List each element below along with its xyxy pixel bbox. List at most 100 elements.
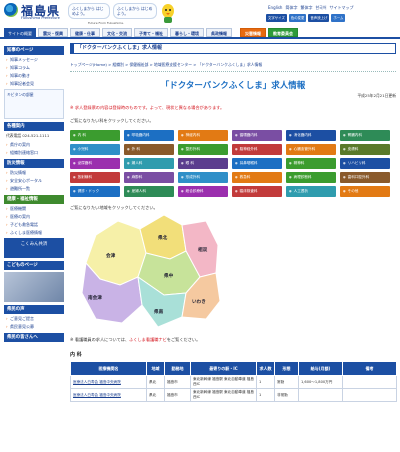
nav-prefectural-info[interactable]: 県政情報	[206, 28, 232, 37]
prefecture-logo-icon[interactable]	[4, 3, 18, 17]
department-button[interactable]: 心臓血管外科	[286, 144, 336, 155]
region-label-minami-aizu[interactable]: 南会津	[88, 295, 102, 301]
department-button[interactable]: 循環器内科	[232, 130, 282, 141]
table-header-cell: 勤務地	[164, 361, 191, 376]
sidebar-item-governor-activities[interactable]: 知事の動き	[4, 71, 64, 79]
department-button[interactable]: 産婦人科	[124, 186, 174, 197]
department-button[interactable]: 消化器内科	[286, 130, 336, 141]
sidebar-item-shelter-list[interactable]: 避難所一覧	[4, 184, 64, 192]
home-button[interactable]: ホーム	[331, 14, 346, 22]
sidebar-item-medical-guide[interactable]: 医療の案内	[4, 212, 64, 220]
lang-english[interactable]: English	[268, 5, 282, 12]
table-row: 医療法人白寿会 福島中央病院 県北 福島市 東北新幹線 福島駅 東北自動車道 福島西I…	[70, 388, 397, 402]
department-button[interactable]: 総合診療科	[178, 186, 228, 197]
nav-disaster-info[interactable]: 災害情報	[240, 28, 266, 37]
department-button[interactable]: 病理診断科	[286, 172, 336, 183]
lang-simplified-chinese[interactable]: 简体字	[285, 5, 297, 12]
nav-site-overview[interactable]: サイトの概要	[4, 28, 36, 37]
sidebar-head-residents: 県民の皆さんへ	[4, 333, 64, 342]
department-button[interactable]: 健診・ドック	[70, 186, 120, 197]
sidebar-item-press-conference[interactable]: 知事記者会見	[4, 79, 64, 87]
department-button[interactable]: 婦人科	[124, 158, 174, 169]
department-button[interactable]: 腎臓内科	[340, 130, 390, 141]
breadcrumb[interactable]: トップページ(Home) > 組織別 > 保健福祉部 > 地域医療支援センター …	[70, 62, 396, 72]
nav-life-environment[interactable]: 暮らし・環境	[170, 28, 204, 37]
updated-date: 平成25年2月21日更新	[357, 93, 396, 98]
region-label-iwaki[interactable]: いわき	[192, 299, 206, 305]
nurse-note-pre: ※ 看護職員の求人については、	[70, 337, 130, 342]
table-cell: 1	[256, 375, 275, 389]
sidebar-item-disaster-info[interactable]: 防災情報	[4, 168, 64, 176]
table-cell: 東北新幹線 福島駅 東北自動車道 福島西IC	[190, 388, 257, 402]
department-button[interactable]: 呼吸器内科	[124, 130, 174, 141]
region-label-souso[interactable]: 相双	[198, 247, 207, 253]
sidebar-head-voice: 県民の声	[4, 305, 64, 314]
institution-link[interactable]: 医療法人白寿会 福島中央病院	[70, 375, 147, 389]
kids-page-photo[interactable]	[4, 272, 64, 302]
main-content: 「ドクターバンクふくしま」求人情報 トップページ(Home) > 組織別 > 保…	[70, 43, 397, 402]
department-button[interactable]: 臨床検査科	[232, 186, 282, 197]
lang-korean[interactable]: 한국어	[315, 5, 326, 12]
font-size-button[interactable]: 文字サイズ	[266, 14, 287, 22]
read-aloud-button[interactable]: 音声読上げ	[308, 14, 330, 22]
sidebar-item-medical-institutions[interactable]: 医療機関	[4, 204, 64, 212]
table-header-cell: 備考	[342, 361, 397, 376]
sidebar-item-governor-column[interactable]: 知事コラム	[4, 63, 64, 71]
nav-child-welfare[interactable]: 子育て・福祉	[134, 28, 168, 37]
department-button[interactable]: 人工透析	[286, 186, 336, 197]
table-header-cell: 地域	[146, 361, 165, 376]
department-button[interactable]: 形成外科	[178, 172, 228, 183]
department-button[interactable]: 泌尿器科	[70, 158, 120, 169]
department-button[interactable]: 歯科口腔外科	[340, 172, 390, 183]
table-header-cell: 求人数	[256, 361, 275, 376]
department-button[interactable]: 内 科	[70, 130, 120, 141]
table-header-cell: 給与(月額)	[298, 361, 343, 376]
lang-traditional-chinese[interactable]: 繁体字	[300, 5, 312, 12]
color-change-button[interactable]: 色の変更	[288, 14, 307, 22]
sidebar-head-governor: 知事のページ	[4, 46, 64, 55]
sidebar-item-public-comment[interactable]: 県民意見公募	[4, 322, 64, 330]
region-label-kenpoku[interactable]: 県北	[158, 235, 167, 241]
department-button[interactable]: 眼 科	[178, 158, 228, 169]
kibitan-room-banner[interactable]: キビタンの部屋	[4, 89, 64, 119]
department-button[interactable]: 放射線科	[70, 172, 120, 183]
department-button[interactable]: 脳神経外科	[232, 144, 282, 155]
sidebar-item-medical-portal[interactable]: ふくしま医療情報	[4, 228, 64, 236]
kibitan-mascot-icon	[162, 4, 174, 23]
department-button[interactable]: 神経内科	[178, 130, 228, 141]
institution-link[interactable]: 医療法人白寿会 福島中央病院	[70, 388, 147, 402]
sidebar-head-kids[interactable]: こどものページ	[4, 261, 64, 270]
department-button[interactable]: 麻酔科	[124, 172, 174, 183]
region-label-kenchu[interactable]: 県中	[164, 273, 173, 279]
sidebar-item-opinions[interactable]: ご意見ご提言	[4, 314, 64, 322]
department-button[interactable]: 小児科	[70, 144, 120, 155]
kokumin-kyosai-banner[interactable]: こくみん共済	[4, 238, 64, 258]
department-button[interactable]: 皮膚科	[340, 144, 390, 155]
nav-culture-exchange[interactable]: 文化・交流	[102, 28, 132, 37]
site-header: 福島県 Fukushima Prefecture ふくしまから はじめよう。 ふ…	[0, 0, 400, 26]
sidebar-item-governor-message[interactable]: 知事メッセージ	[4, 55, 64, 63]
department-button[interactable]: 耳鼻咽喉科	[232, 158, 282, 169]
page-heading-bar: 「ドクターバンクふくしま」求人情報	[70, 43, 396, 54]
region-label-aizu[interactable]: 会津	[106, 253, 115, 259]
sitemap-link[interactable]: サイトマップ	[330, 5, 354, 12]
sidebar-item-child-emergency[interactable]: 子ども救急電話	[4, 220, 64, 228]
nav-disaster-recovery[interactable]: 震災・復興	[38, 28, 68, 37]
nav-health-work[interactable]: 健康・仕事	[70, 28, 100, 37]
region-label-kennan[interactable]: 県南	[154, 309, 163, 315]
table-cell: 常勤	[274, 375, 299, 389]
nurse-note-post: をご覧ください。	[166, 337, 201, 342]
sidebar-item-office-guide[interactable]: 県庁の案内	[4, 140, 64, 148]
department-button[interactable]: 救急科	[232, 172, 282, 183]
department-button[interactable]: 整形外科	[178, 144, 228, 155]
department-button[interactable]: 外 科	[124, 144, 174, 155]
sidebar-head-health: 健康・福祉情報	[4, 195, 64, 204]
sidebar-item-contact-list[interactable]: 組織別連絡窓口	[4, 148, 64, 156]
department-button[interactable]: 精神科	[286, 158, 336, 169]
table-header-cell: 医療機関名	[70, 361, 147, 376]
department-button[interactable]: リハビリ科	[340, 158, 390, 169]
department-button[interactable]: その他	[340, 186, 390, 197]
nav-education-board[interactable]: 教育委員会	[268, 28, 298, 37]
nurse-navi-link[interactable]: ふくしま看護職ナビ	[129, 337, 167, 342]
sidebar-item-safety-portal[interactable]: 安全安心ポータル	[4, 176, 64, 184]
